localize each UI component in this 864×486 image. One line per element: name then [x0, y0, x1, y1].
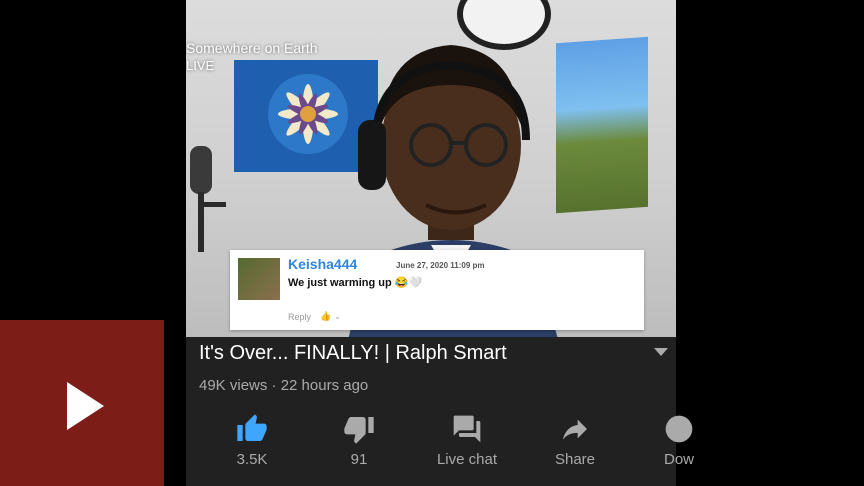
dislike-count: 91 [350, 451, 368, 468]
download-icon [665, 415, 693, 443]
sunburst-painting [556, 36, 648, 214]
dislike-button[interactable]: 91 [324, 413, 394, 468]
comment-like-icon: 👍 ⌄ [320, 311, 342, 321]
video-info-panel: It's Over... FINALLY! | Ralph Smart 49K … [186, 337, 694, 486]
play-button[interactable] [0, 320, 164, 486]
comment-reply-link: Reply [288, 312, 312, 322]
video-meta: 49K views · 22 hours ago [199, 377, 369, 394]
comment-card: Keisha444 June 27, 2020 11:09 pm We just… [230, 250, 644, 330]
download-button[interactable]: Dow [644, 413, 714, 468]
comment-date: June 27, 2020 11:09 pm [396, 261, 485, 270]
microphone [190, 146, 226, 252]
thumbs-down-icon [344, 417, 374, 444]
live-chat-label: Live chat [436, 451, 498, 468]
video-player[interactable]: Somewhere on Earth LIVE Keisha444 June 2… [186, 0, 676, 337]
share-button[interactable]: Share [540, 413, 610, 468]
commenter-avatar [238, 258, 280, 300]
chevron-down-icon[interactable] [654, 348, 668, 356]
download-label: Dow [663, 451, 694, 468]
share-icon [563, 419, 587, 440]
comment-text: We just warming up 😂🤍 [288, 277, 423, 289]
live-chat-button[interactable]: Live chat [432, 413, 502, 468]
channel-overlay-label: Somewhere on Earth [186, 40, 318, 56]
like-count: 3.5K [236, 451, 268, 468]
live-badge: LIVE [186, 58, 215, 73]
video-title[interactable]: It's Over... FINALLY! | Ralph Smart [199, 342, 507, 365]
like-button[interactable]: 3.5K [217, 413, 287, 468]
chat-icon [453, 415, 481, 443]
thumbs-up-icon [237, 414, 267, 441]
share-label: Share [554, 451, 596, 468]
play-icon [67, 382, 104, 430]
comment-username: Keisha444 [288, 256, 358, 272]
